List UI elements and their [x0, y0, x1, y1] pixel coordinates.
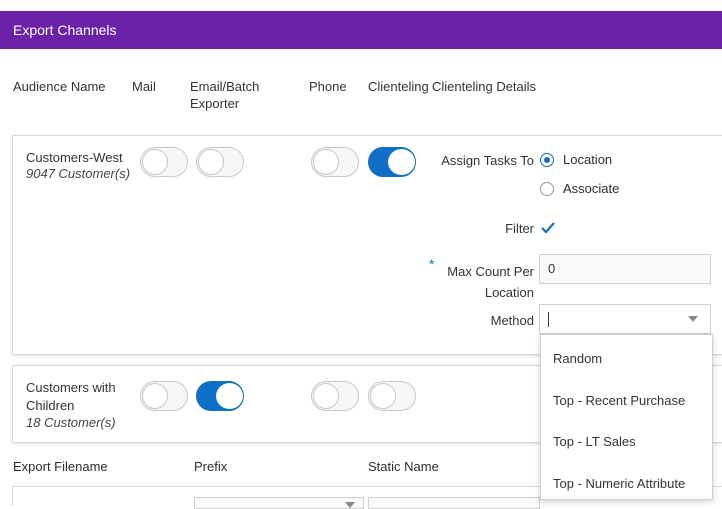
required-indicator: * — [429, 256, 435, 272]
email-batch-toggle[interactable] — [196, 381, 244, 411]
audience-name-line1: Customers with — [26, 380, 116, 395]
menu-item-top-numeric-attribute[interactable]: Top - Numeric Attribute — [553, 476, 685, 491]
toggle-knob — [142, 383, 168, 409]
toggle-knob — [198, 149, 224, 175]
menu-item-top-lt-sales[interactable]: Top - LT Sales — [553, 434, 636, 449]
toggle-knob — [313, 383, 339, 409]
phone-toggle[interactable] — [311, 381, 359, 411]
menu-item-top-recent-purchase[interactable]: Top - Recent Purchase — [553, 393, 685, 408]
col-clienteling: Clienteling — [368, 79, 429, 94]
chevron-down-icon — [688, 316, 698, 322]
audience-name-line2: Children — [26, 398, 75, 413]
prefix-select[interactable] — [194, 497, 364, 509]
method-dropdown-menu: Random Top - Recent Purchase Top - LT Sa… — [540, 334, 713, 500]
audience-count: 9047 Customer(s) — [26, 166, 131, 181]
chevron-down-icon — [345, 502, 355, 508]
toggle-knob — [142, 149, 168, 175]
filter-checkbox[interactable] — [540, 220, 556, 236]
audience-count: 18 Customer(s) — [26, 415, 116, 430]
checkmark-icon — [541, 222, 555, 234]
filter-label: Filter — [505, 221, 534, 236]
toggle-knob — [313, 149, 339, 175]
max-count-input[interactable]: 0 — [539, 254, 711, 284]
phone-toggle[interactable] — [311, 147, 359, 177]
toggle-knob — [370, 383, 396, 409]
menu-item-random[interactable]: Random — [553, 351, 602, 366]
max-count-label-line1: Max Count Per — [447, 264, 534, 279]
col-email-batch-line2: Exporter — [190, 96, 240, 111]
col-email-batch-line1: Email/Batch — [190, 79, 260, 94]
max-count-label-line2: Location — [484, 285, 534, 300]
col-audience-name: Audience Name — [13, 79, 106, 94]
export-filename-label: Export Filename — [13, 459, 108, 474]
export-channels-header: Export Channels — [0, 11, 722, 49]
method-label: Method — [490, 313, 534, 328]
max-count-label: Max Count Per Location — [440, 261, 534, 303]
assign-tasks-label: Assign Tasks To — [441, 153, 534, 168]
static-name-input[interactable] — [368, 497, 540, 509]
mail-toggle[interactable] — [140, 147, 188, 177]
col-clienteling-details: Clienteling Details — [432, 79, 537, 94]
location-radio[interactable] — [540, 153, 554, 167]
toggle-knob — [388, 149, 415, 175]
method-select[interactable] — [539, 304, 711, 334]
clienteling-toggle[interactable] — [368, 381, 416, 411]
col-phone: Phone — [309, 79, 347, 94]
col-mail: Mail — [132, 79, 156, 94]
page-title: Export Channels — [13, 22, 117, 38]
toggle-knob — [216, 383, 243, 409]
text-cursor — [548, 312, 549, 327]
mail-toggle[interactable] — [140, 381, 188, 411]
clienteling-toggle[interactable] — [368, 147, 416, 177]
audience-name: Customers with Children — [26, 379, 116, 415]
associate-radio-label[interactable]: Associate — [563, 181, 619, 196]
associate-radio[interactable] — [540, 182, 554, 196]
location-radio-label[interactable]: Location — [563, 152, 612, 167]
col-email-batch: Email/Batch Exporter — [190, 78, 259, 112]
static-name-label: Static Name — [368, 459, 439, 474]
email-batch-toggle[interactable] — [196, 147, 244, 177]
audience-name: Customers-West — [26, 150, 123, 165]
prefix-label: Prefix — [194, 459, 228, 474]
